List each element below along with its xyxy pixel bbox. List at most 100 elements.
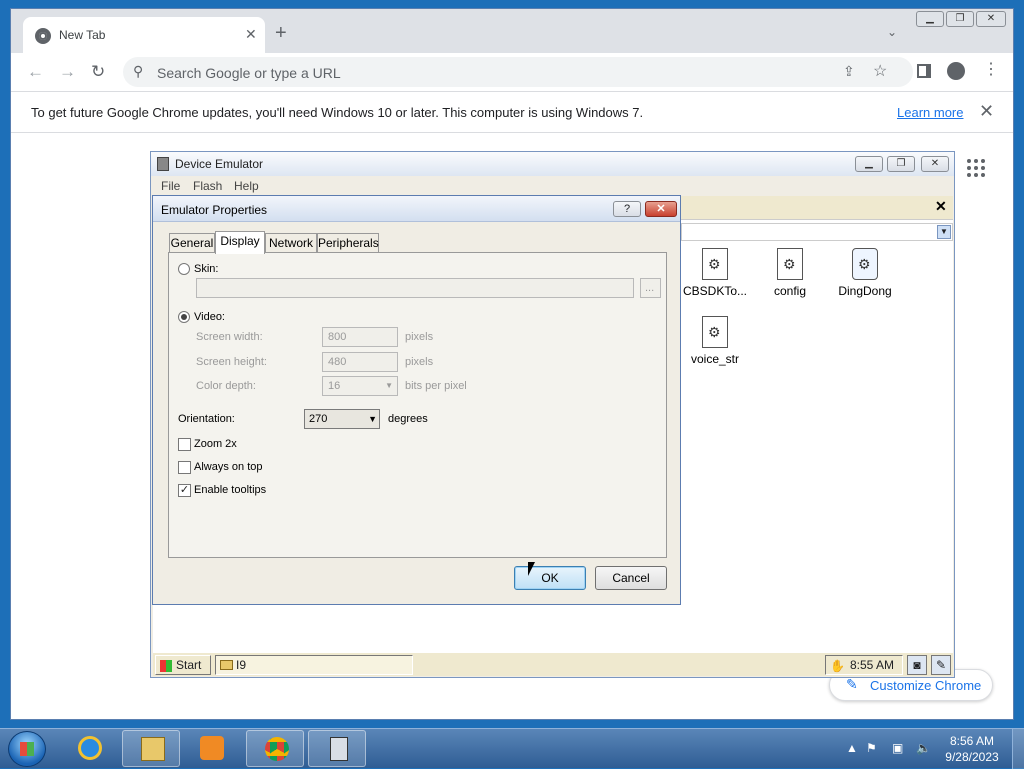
screen-height-input[interactable]: 480 (322, 352, 398, 372)
show-hidden-icons[interactable]: ▲ (846, 741, 858, 755)
orientation-select[interactable]: 270 ▼ (304, 409, 380, 429)
emulator-menubar: File Flash Help (151, 176, 954, 196)
apps-grid-icon[interactable] (967, 159, 985, 177)
zoom-label: Zoom 2x (194, 438, 237, 450)
file-voice-str[interactable]: voice_str (679, 316, 751, 366)
address-dropdown-icon[interactable]: ▼ (937, 225, 951, 239)
start-orb-icon[interactable] (8, 731, 46, 767)
screen-height-unit: pixels (405, 356, 434, 368)
skin-radio[interactable] (178, 263, 190, 275)
emu-close-icon[interactable]: ✕ (921, 156, 949, 172)
enable-tooltips-checkbox[interactable]: ✓ (178, 484, 191, 497)
explorer-close-icon[interactable]: ✕ (935, 198, 947, 215)
forward-icon[interactable]: → (59, 62, 76, 82)
file-dingdong[interactable]: DingDong (829, 248, 901, 298)
volume-icon[interactable]: 🔈 (916, 741, 931, 755)
network-icon[interactable]: ▣ (892, 741, 903, 755)
start-label: Start (176, 658, 202, 672)
chrome-icon (265, 737, 289, 761)
tab-display[interactable]: Display (215, 231, 265, 254)
wince-task-item[interactable]: I9 (215, 655, 413, 675)
tab-general[interactable]: General (169, 233, 215, 253)
action-center-icon[interactable]: ⚑ (866, 741, 877, 755)
omnibox[interactable]: ⚲ Search Google or type a URL ⇪ ☆ (123, 57, 913, 87)
taskbar-media-player[interactable] (182, 730, 240, 767)
enable-tooltips-label: Enable tooltips (194, 484, 267, 496)
emu-minimize-icon[interactable]: ▁ (855, 156, 883, 172)
tab-search-chevron-icon[interactable]: ⌄ (887, 25, 897, 39)
emulator-app-icon (157, 157, 169, 171)
media-player-icon (200, 736, 224, 760)
ok-button[interactable]: OK (514, 566, 586, 590)
menu-kebab-icon[interactable]: ⋮ (983, 61, 999, 79)
display-tab-panel: Skin: ... Video: Screen width: 800 pixel… (168, 252, 667, 558)
orientation-unit: degrees (388, 413, 428, 425)
input-panel-pen-icon[interactable]: ✎ (931, 655, 951, 675)
taskbar-ie[interactable] (60, 730, 118, 767)
emu-restore-icon[interactable]: ❐ (887, 156, 915, 172)
file-label: voice_str (690, 352, 740, 366)
orientation-value: 270 (309, 413, 328, 425)
reload-icon[interactable]: ↻ (91, 62, 105, 82)
zoom-checkbox[interactable] (178, 438, 191, 451)
file-cbsdktools[interactable]: CBSDKTo... (679, 248, 751, 298)
screen-width-label: Screen width: (196, 331, 263, 343)
file-gear-icon (777, 248, 803, 280)
video-radio[interactable] (178, 311, 190, 323)
learn-more-link[interactable]: Learn more (897, 105, 963, 120)
tab-network[interactable]: Network (265, 233, 317, 253)
infobar-close-icon[interactable]: ✕ (979, 101, 994, 122)
tab-title: New Tab (59, 28, 106, 42)
pencil-icon: ✎ (846, 676, 858, 692)
stylus-hand-icon: ✋ (830, 659, 845, 673)
minimize-icon[interactable]: ▁ (916, 11, 944, 27)
wince-start-button[interactable]: Start (155, 655, 211, 675)
skin-path-input[interactable] (196, 278, 634, 298)
file-label: DingDong (838, 284, 892, 298)
wince-taskbar: Start I9 ✋ 8:55 AM ◙ ✎ (153, 652, 953, 676)
dialog-titlebar[interactable]: Emulator Properties ? ✕ (153, 196, 680, 222)
cancel-button[interactable]: Cancel (595, 566, 667, 590)
emulator-titlebar[interactable]: Device Emulator ▁ ❐ ✕ (151, 152, 954, 176)
skin-browse-button[interactable]: ... (640, 278, 661, 298)
menu-help[interactable]: Help (234, 179, 259, 193)
always-on-top-checkbox[interactable] (178, 461, 191, 474)
color-depth-select[interactable]: 16 ▼ (322, 376, 398, 396)
profile-avatar-icon[interactable] (947, 62, 965, 80)
help-button[interactable]: ? (613, 201, 641, 217)
emulator-title: Device Emulator (175, 157, 264, 171)
file-label: CBSDKTo... (682, 284, 748, 298)
omnibox-placeholder: Search Google or type a URL (157, 65, 341, 81)
side-panel-icon[interactable] (917, 64, 931, 78)
new-tab-icon[interactable]: + (275, 23, 287, 43)
skin-label: Skin: (194, 263, 219, 275)
dropdown-arrow-icon: ▼ (385, 381, 393, 390)
wince-tray: ✋ 8:55 AM (825, 655, 903, 675)
folder-icon (141, 737, 165, 761)
file-config[interactable]: config (754, 248, 826, 298)
screen-width-input[interactable]: 800 (322, 327, 398, 347)
restore-icon[interactable]: ❐ (946, 11, 974, 27)
bookmark-star-icon[interactable]: ☆ (873, 61, 887, 81)
tab-peripherals[interactable]: Peripherals (317, 233, 379, 253)
window-close-icon[interactable]: ✕ (976, 11, 1006, 27)
taskbar-chrome[interactable] (246, 730, 304, 767)
tab-strip: New Tab ✕ + ⌄ ▁ ❐ ✕ (11, 9, 1013, 53)
back-icon[interactable]: ← (27, 62, 44, 82)
explorer-address-bar[interactable]: ▼ (681, 223, 953, 241)
always-on-top-label: Always on top (194, 461, 263, 473)
menu-flash[interactable]: Flash (193, 179, 222, 193)
desktop-icon[interactable]: ◙ (907, 655, 927, 675)
taskbar-clock[interactable]: 8:56 AM 9/28/2023 (942, 733, 1002, 765)
device-emulator-icon (330, 737, 348, 761)
close-tab-icon[interactable]: ✕ (245, 26, 257, 43)
taskbar-device-emulator[interactable] (308, 730, 366, 767)
taskbar-explorer[interactable] (122, 730, 180, 767)
tab-new-tab[interactable]: New Tab ✕ (23, 17, 265, 53)
color-depth-value: 16 (328, 380, 341, 392)
dialog-close-button[interactable]: ✕ (645, 201, 677, 217)
infobar-message: To get future Google Chrome updates, you… (31, 105, 644, 120)
menu-file[interactable]: File (161, 179, 180, 193)
show-desktop-button[interactable] (1012, 729, 1024, 769)
share-icon[interactable]: ⇪ (843, 63, 855, 80)
